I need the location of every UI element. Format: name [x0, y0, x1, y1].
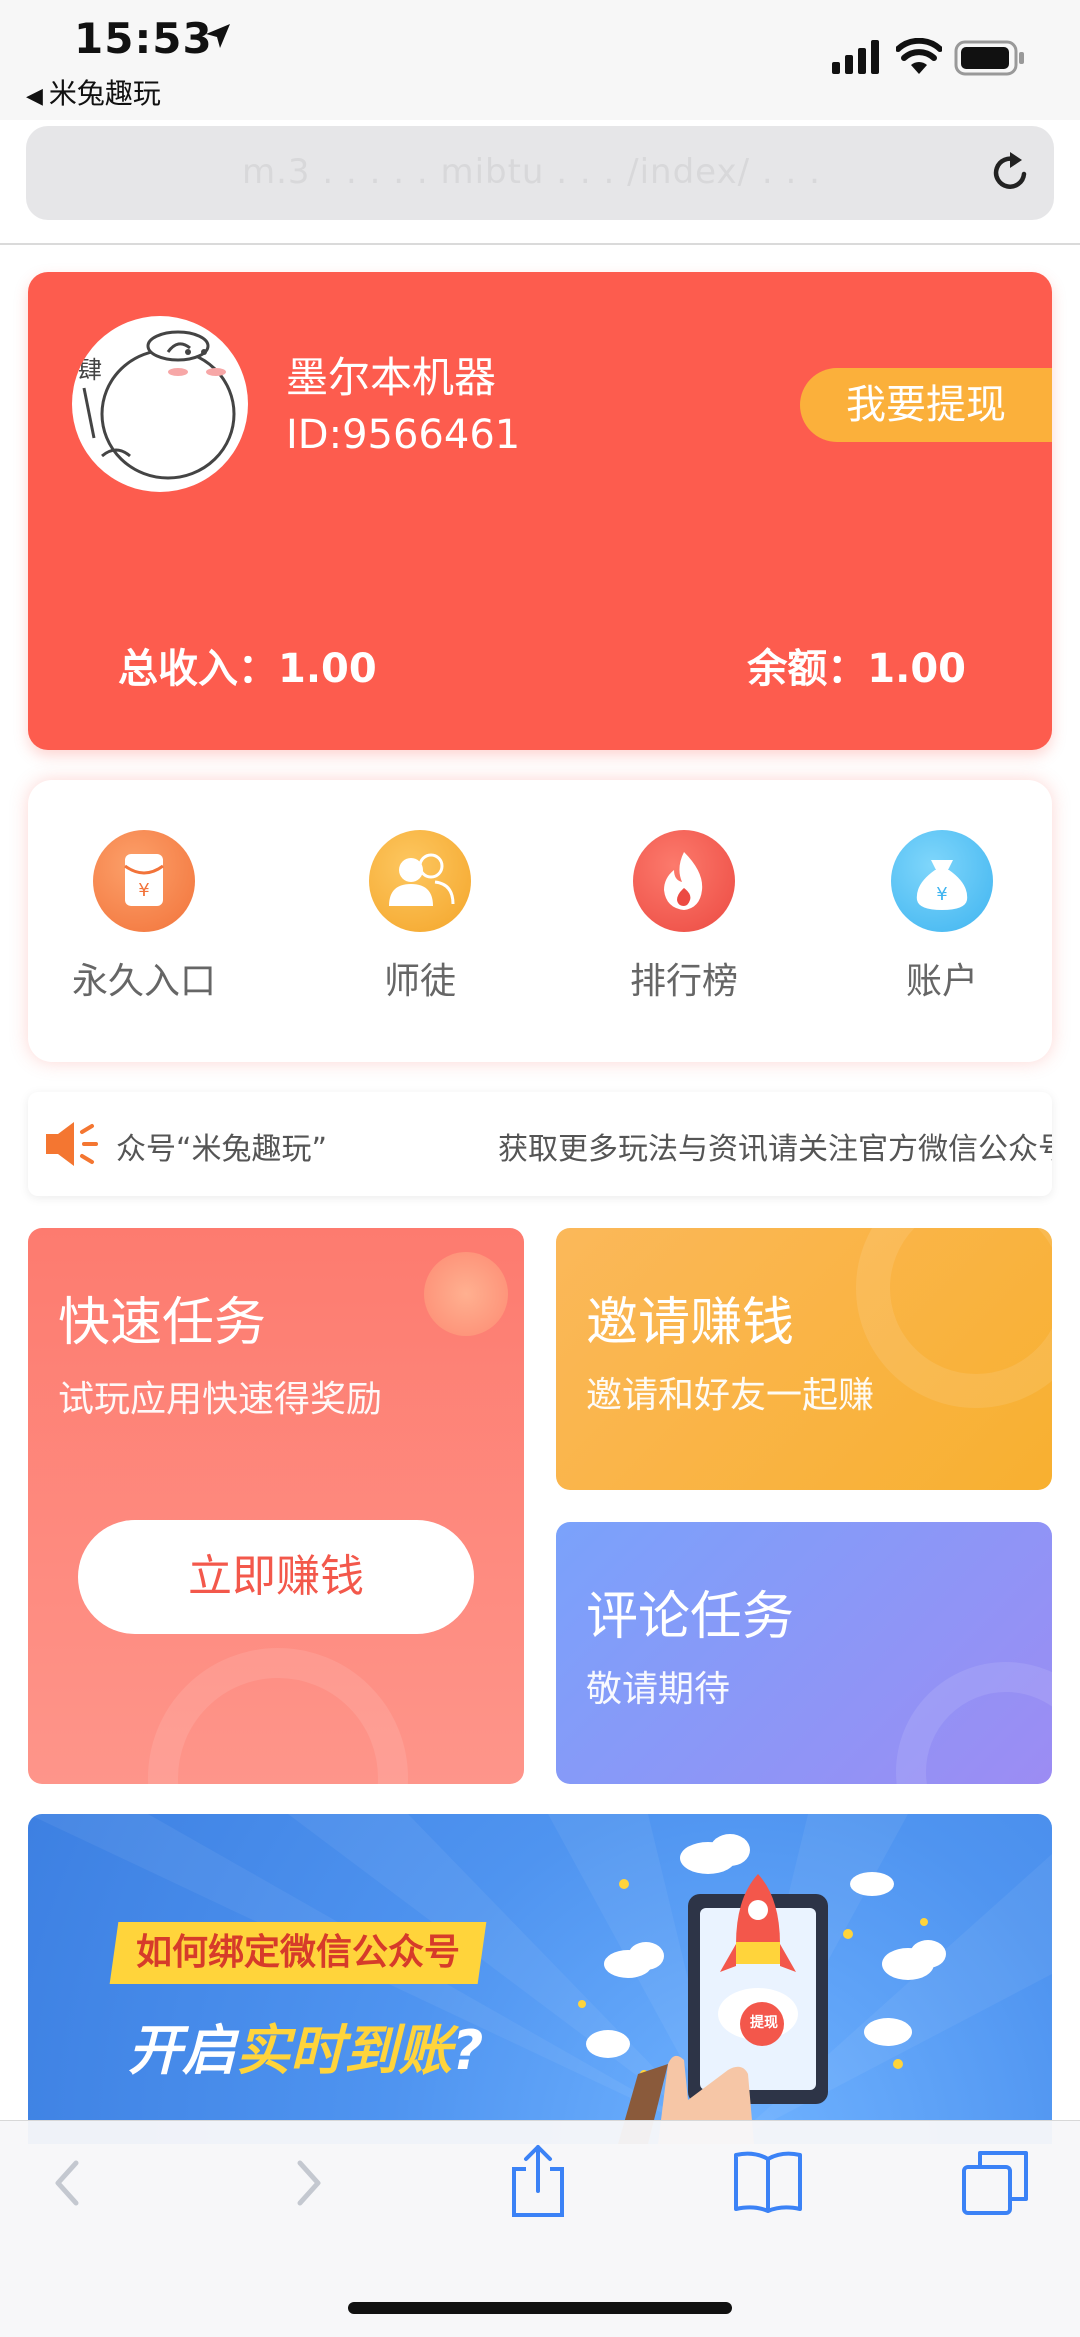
url-text: m.3 . . . . . mibtu . . . /index/ . . .	[242, 152, 821, 192]
menu-item-permanent-entry[interactable]: ¥ 永久入口	[34, 830, 254, 1004]
banner-headline-prefix: 开启	[128, 2019, 236, 2082]
money-bag-icon: ¥	[891, 830, 993, 932]
menu-label-leaderboard: 排行榜	[629, 961, 738, 1002]
invite-task-card[interactable]: 邀请赚钱 邀请和好友一起赚	[556, 1228, 1052, 1490]
notice-marquee[interactable]: 众号“米兔趣玩” 获取更多玩法与资讯请关注官方微信公众号	[28, 1092, 1052, 1196]
divider	[0, 243, 1080, 245]
forward-chevron-icon[interactable]	[288, 2153, 328, 2213]
address-bar[interactable]: m.3 . . . . . mibtu . . . /index/ . . .	[26, 126, 1054, 220]
tabs-icon[interactable]	[960, 2147, 1030, 2217]
location-arrow-icon	[206, 24, 230, 48]
users-icon	[369, 830, 471, 932]
menu-label-permanent-entry: 永久入口	[71, 961, 216, 1002]
notice-text: 众号“米兔趣玩”	[116, 1132, 328, 1167]
comment-task-subtitle: 敬请期待	[586, 1669, 731, 1710]
banner-headline: 开启实时到账?	[128, 2006, 483, 2085]
speaker-icon	[46, 1122, 98, 1166]
earn-now-button[interactable]: 立即赚钱	[78, 1520, 474, 1634]
fast-task-title: 快速任务	[58, 1293, 267, 1353]
back-chevron-icon[interactable]	[48, 2153, 88, 2213]
banner-tag-text: 如何绑定微信公众号	[136, 1932, 461, 1973]
user-id: ID:9566461	[286, 412, 521, 458]
status-time: 15:53	[74, 14, 213, 63]
menu-item-account[interactable]: ¥ 账户	[832, 830, 1052, 1004]
wifi-icon	[896, 38, 942, 74]
back-to-app-link[interactable]: ◀ 米兔趣玩	[26, 72, 161, 112]
fast-task-subtitle: 试玩应用快速得奖励	[58, 1379, 383, 1420]
invite-task-title: 邀请赚钱	[586, 1293, 795, 1353]
back-app-label: 米兔趣玩	[48, 77, 161, 110]
menu-label-account: 账户	[905, 961, 978, 1002]
comment-task-card[interactable]: 评论任务 敬请期待	[556, 1522, 1052, 1784]
banner-headline-suffix: ?	[452, 2019, 484, 2082]
battery-icon	[954, 40, 1024, 76]
comment-task-title: 评论任务	[586, 1587, 795, 1647]
banner-tag: 如何绑定微信公众号	[109, 1922, 487, 1984]
notice-text: 获取更多玩法与资讯请关注官方微信公众号	[498, 1132, 1052, 1167]
menu-item-leaderboard[interactable]: 排行榜	[574, 830, 794, 1004]
back-triangle-icon: ◀	[26, 84, 43, 109]
fast-task-card[interactable]: 快速任务 试玩应用快速得奖励 立即赚钱	[28, 1228, 524, 1784]
profile-card: 肆 墨尔本机器 ID:9566461 我要提现 总收入：1.00 余额：1.00	[28, 272, 1052, 750]
svg-text:¥: ¥	[936, 884, 947, 905]
cellular-signal-icon	[832, 40, 879, 74]
withdraw-button[interactable]: 我要提现	[800, 368, 1052, 442]
menu-item-mentor[interactable]: 师徒	[310, 830, 530, 1004]
avatar-cartoon-icon: 肆	[78, 330, 236, 480]
rocket-withdraw-label: 提现	[750, 2015, 778, 2031]
svg-text:¥: ¥	[138, 880, 149, 901]
home-indicator	[348, 2302, 732, 2314]
decorative-ring	[896, 1662, 1052, 1784]
quick-menu: ¥ 永久入口 师徒 排行榜 ¥ 账户	[28, 780, 1052, 1062]
bookmarks-icon[interactable]	[732, 2149, 804, 2215]
total-income: 总收入：1.00	[118, 646, 377, 692]
decorative-bubble	[424, 1252, 508, 1336]
svg-text:肆: 肆	[78, 356, 102, 384]
decorative-ring	[148, 1648, 408, 1784]
flame-icon	[633, 830, 735, 932]
menu-label-mentor: 师徒	[383, 961, 456, 1002]
red-envelope-icon: ¥	[93, 830, 195, 932]
status-bar: 15:53 ◀ 米兔趣玩	[0, 0, 1080, 120]
balance: 余额：1.00	[747, 646, 966, 692]
share-icon[interactable]	[506, 2143, 570, 2219]
banner-headline-highlight: 实时到账	[236, 2019, 452, 2082]
promo-banner[interactable]: 提现 如何绑定微信公众号 开启实时到账?	[28, 1814, 1052, 2144]
reload-icon[interactable]	[986, 148, 1034, 196]
avatar[interactable]: 肆	[72, 316, 248, 492]
decorative-ring	[856, 1228, 1052, 1408]
invite-task-subtitle: 邀请和好友一起赚	[586, 1375, 875, 1416]
user-nickname: 墨尔本机器	[286, 353, 497, 402]
